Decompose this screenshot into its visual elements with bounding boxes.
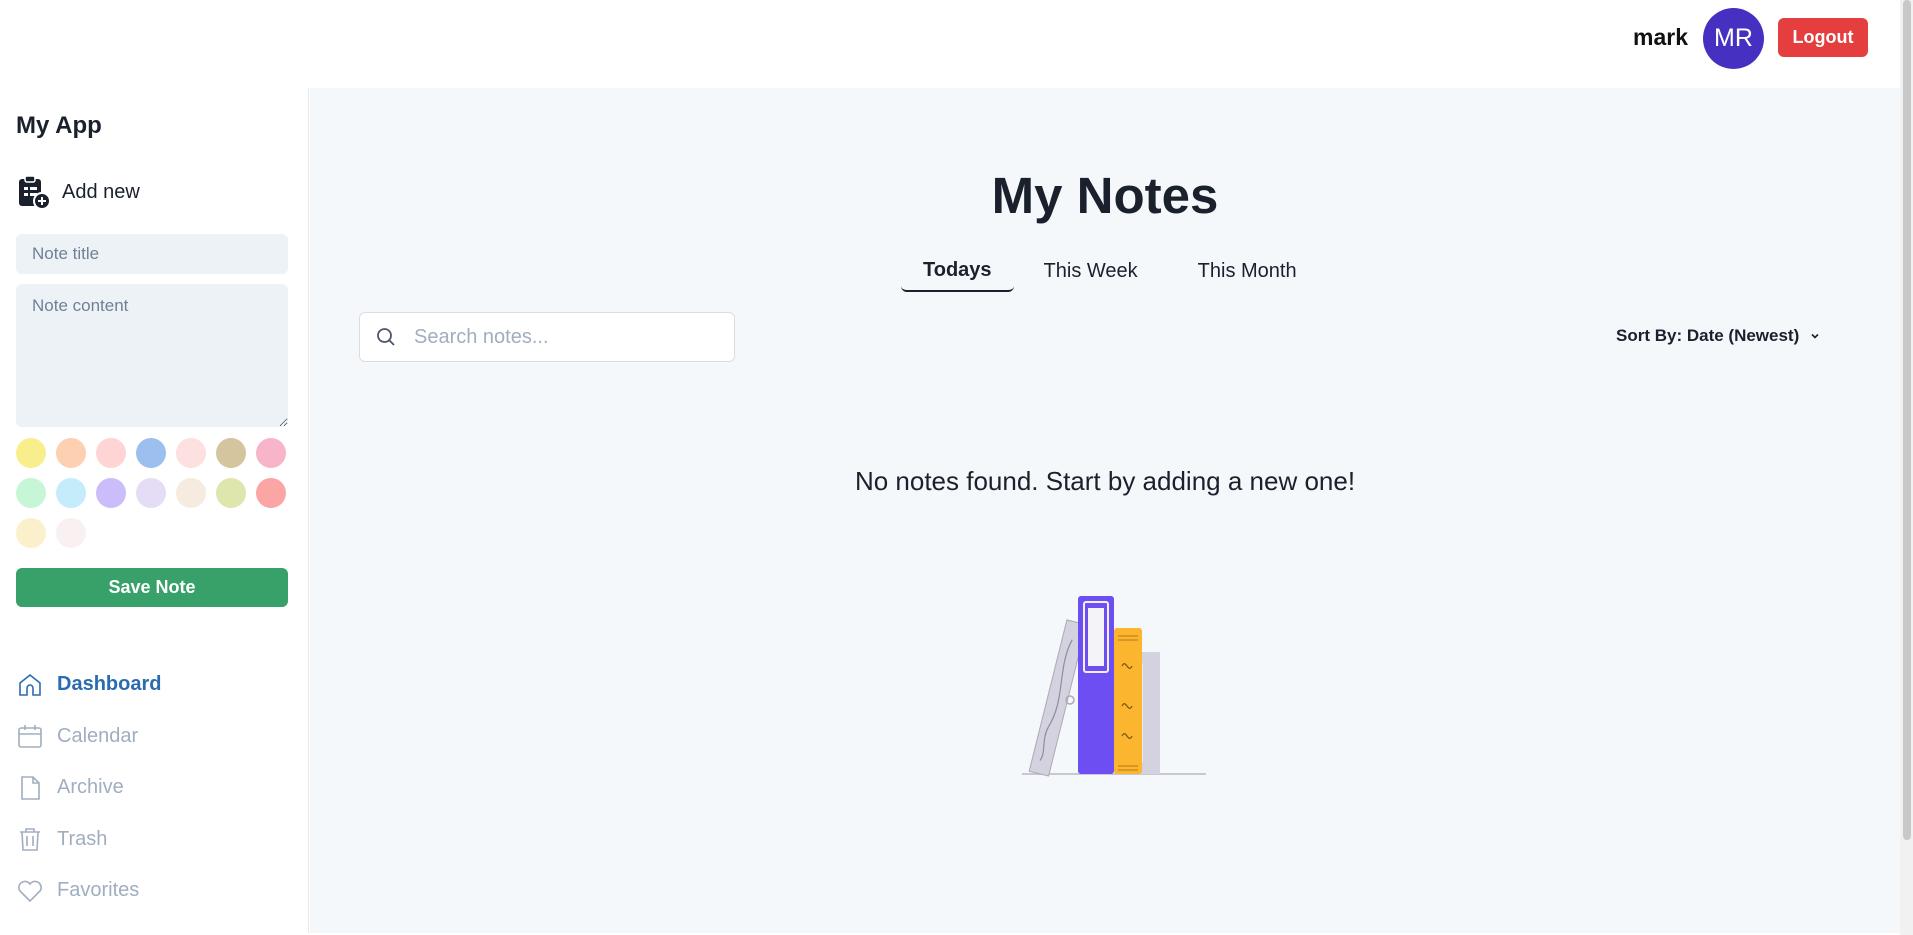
sidebar-item-archive[interactable]: Archive [16,762,161,814]
color-swatch[interactable] [256,438,286,468]
sidebar-item-label: Favorites [57,879,140,902]
top-header: mark MR Logout [0,0,1900,88]
calendar-icon [18,725,42,749]
search-icon [377,328,395,346]
color-swatch[interactable] [96,478,126,508]
color-swatch[interactable] [256,478,286,508]
color-swatch[interactable] [176,478,206,508]
document-icon [21,775,40,800]
color-swatch[interactable] [56,438,86,468]
avatar[interactable]: MR [1703,8,1764,69]
user-name: mark [1633,24,1688,50]
color-swatch[interactable] [16,478,46,508]
color-swatch[interactable] [216,438,246,468]
note-content-field[interactable] [16,284,288,427]
color-swatch[interactable] [96,438,126,468]
tab-this-month[interactable]: This Month [1168,250,1327,292]
books-illustration [1022,596,1206,777]
sidebar: My App Add new Save Note Dashboard [0,88,309,933]
color-swatch[interactable] [176,438,206,468]
home-icon [19,673,41,696]
tab-todays[interactable]: Todays [901,250,1014,292]
chevron-down-icon [1811,333,1819,339]
page-title: My Notes [991,167,1219,224]
app-title: My App [16,112,102,139]
scrollbar-thumb[interactable] [1903,0,1911,840]
color-swatch[interactable] [56,478,86,508]
save-note-button[interactable]: Save Note [16,568,288,607]
search-box [359,312,735,362]
logout-button[interactable]: Logout [1778,18,1868,57]
page: mark MR Logout My App Add new Save Note … [0,0,1913,935]
add-new-button[interactable]: Add new [16,174,140,210]
color-swatches [16,438,296,548]
tab-this-week[interactable]: This Week [1014,250,1168,292]
search-input[interactable] [414,325,714,349]
sidebar-item-trash[interactable]: Trash [16,814,161,866]
sidebar-item-label: Archive [57,776,124,799]
sort-dropdown[interactable]: Sort By: Date (Newest) [1616,326,1821,346]
color-swatch[interactable] [16,438,46,468]
color-swatch[interactable] [56,518,86,548]
color-swatch[interactable] [136,478,166,508]
heart-icon [18,880,42,902]
empty-state-message: No notes found. Start by adding a new on… [854,466,1356,496]
date-tabs: Todays This Week This Month [901,250,1327,292]
color-swatch[interactable] [216,478,246,508]
page-scrollbar[interactable] [1900,0,1913,935]
sidebar-item-dashboard[interactable]: Dashboard [16,659,161,711]
note-title-field[interactable] [16,234,288,274]
add-new-label: Add new [62,180,140,203]
sidebar-item-calendar[interactable]: Calendar [16,711,161,763]
sidebar-item-label: Dashboard [57,673,162,696]
sort-label: Sort By: Date (Newest) [1616,326,1800,345]
sidebar-item-label: Trash [57,827,108,850]
sidebar-nav: Dashboard Calendar Archive Trash Favorit… [16,659,161,917]
color-swatch[interactable] [136,438,166,468]
trash-icon [20,828,40,852]
sidebar-item-favorites[interactable]: Favorites [16,865,161,917]
main-content: My Notes Todays This Week This Month Sor… [310,88,1900,933]
color-swatch[interactable] [16,518,46,548]
clipboard-add-icon [19,175,51,210]
sidebar-item-label: Calendar [57,724,139,747]
